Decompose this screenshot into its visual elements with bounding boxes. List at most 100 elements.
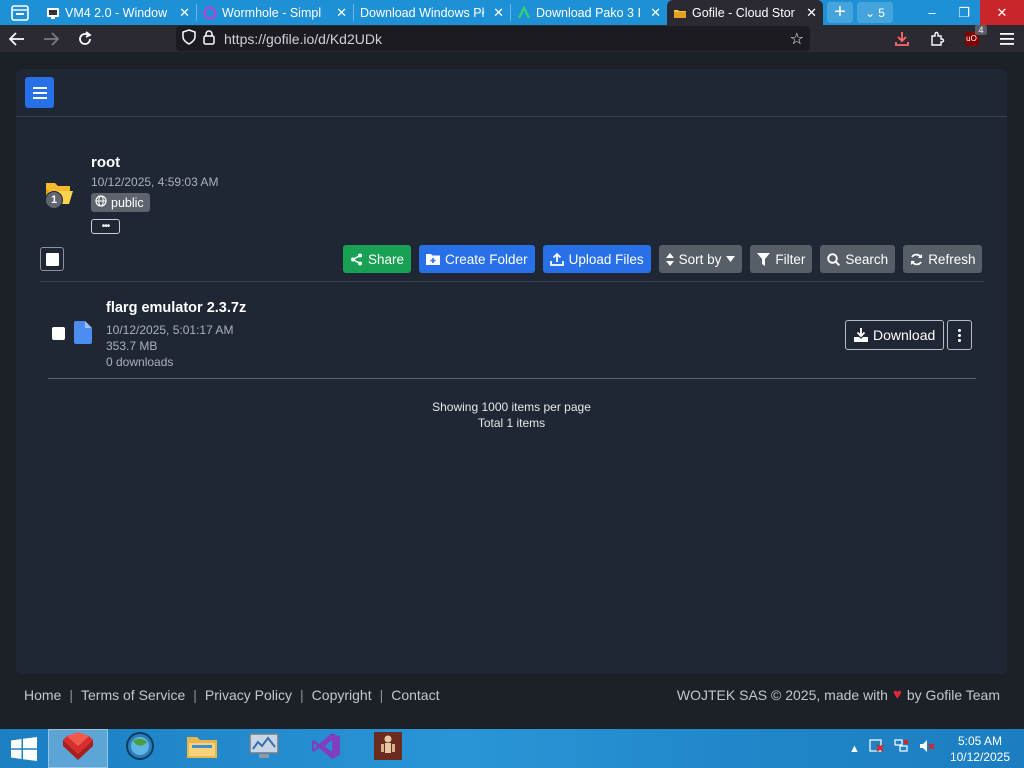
copyright-prefix: WOJTEK SAS © 2025, made with (676, 686, 888, 703)
back-icon[interactable] (0, 25, 34, 52)
sort-icon (665, 252, 674, 266)
share-icon (351, 253, 362, 265)
copyright-suffix: by Gofile Team (906, 686, 1000, 703)
close-icon[interactable]: ✕ (333, 5, 347, 21)
window-close-icon[interactable]: ✕ (980, 0, 1024, 25)
download-button[interactable]: Download (845, 320, 945, 350)
close-icon[interactable]: ✕ (803, 5, 817, 21)
lock-icon[interactable] (202, 29, 216, 48)
select-all-checkbox[interactable] (40, 247, 64, 271)
file-downloads: 0 downloads (106, 355, 174, 369)
volume-muted-icon[interactable] (919, 739, 935, 758)
filter-button[interactable]: Filter (750, 245, 813, 273)
browser-tab[interactable]: VM4 2.0 - Window ✕ (40, 0, 196, 25)
browser-tab-active[interactable]: Gofile - Cloud Stor ✕ (667, 0, 823, 25)
taskbar-clock[interactable]: 5:05 AM 10/12/2025 (944, 733, 1010, 765)
chevron-down-icon: ⌄ (865, 5, 876, 20)
browser-tab[interactable]: Wormhole - Simpl ✕ (197, 0, 353, 25)
file-row[interactable]: flarg emulator 2.3.7z 10/12/2025, 5:01:1… (48, 293, 976, 379)
upload-icon (549, 252, 564, 266)
file-name[interactable]: flarg emulator 2.3.7z (106, 300, 246, 316)
start-button[interactable] (0, 729, 48, 768)
visual-studio-icon (311, 731, 341, 766)
footer-links: Home | Terms of Service | Privacy Policy… (24, 687, 439, 703)
action-center-icon[interactable] (869, 739, 885, 758)
network-icon[interactable] (894, 739, 910, 758)
create-folder-label: Create Folder (445, 251, 528, 267)
ublock-origin-icon[interactable]: uO 4 (954, 24, 989, 52)
close-icon[interactable]: ✕ (176, 5, 190, 21)
address-bar[interactable]: https://gofile.io/d/Kd2UDk ☆ (176, 26, 810, 51)
globe-icon (95, 195, 107, 210)
file-date: 10/12/2025, 5:01:17 AM (106, 323, 234, 337)
taskbar-app[interactable] (172, 729, 232, 768)
download-label: Download (873, 327, 936, 343)
browser-navbar: https://gofile.io/d/Kd2UDk ☆ uO 4 (0, 24, 1024, 52)
browser-tab[interactable]: Download Windows Pł ✕ (354, 0, 510, 25)
taskbar-app[interactable] (234, 729, 294, 768)
shield-icon[interactable] (182, 29, 196, 48)
restore-icon[interactable]: ❐ (948, 0, 980, 25)
folder-toolbar: Share Create Folder Upload Files Sort by… (343, 245, 983, 273)
download-icon (854, 328, 868, 342)
footer-link-contact[interactable]: Contact (391, 687, 439, 703)
refresh-label: Refresh (928, 251, 976, 267)
forward-icon[interactable] (34, 25, 68, 52)
folder-item-count: 1 (45, 191, 63, 209)
minimize-icon[interactable]: – (916, 0, 948, 25)
footer-link-copyright[interactable]: Copyright (312, 687, 372, 703)
folder-date: 10/12/2025, 4:59:03 AM (91, 175, 219, 189)
folder-more-options-button[interactable]: ••• (91, 219, 120, 234)
search-button[interactable]: Search (820, 245, 896, 273)
create-folder-button[interactable]: Create Folder (419, 245, 535, 273)
upload-files-button[interactable]: Upload Files (542, 245, 651, 273)
share-label: Share (368, 251, 405, 267)
downloads-icon[interactable] (884, 25, 919, 52)
taskbar-app[interactable] (110, 729, 170, 768)
extensions-icon[interactable] (919, 25, 954, 52)
file-explorer-icon (186, 733, 218, 764)
close-icon[interactable]: ✕ (490, 5, 504, 21)
tab-title: Wormhole - Simpl (222, 5, 322, 20)
show-hidden-icons-icon[interactable]: ▲ (849, 743, 860, 755)
windows-logo-icon (11, 736, 37, 761)
footer-separator: | (300, 686, 304, 703)
footer-link-privacy[interactable]: Privacy Policy (205, 687, 292, 703)
visibility-badge[interactable]: public (91, 193, 150, 212)
file-size: 353.7 MB (106, 339, 158, 353)
taskbar-app[interactable] (296, 729, 356, 768)
refresh-button[interactable]: Refresh (903, 245, 983, 273)
sidebar-toggle-button[interactable] (25, 77, 54, 108)
folder-name: root (91, 154, 121, 171)
gofile-icon (673, 6, 687, 20)
visibility-label: public (111, 195, 144, 210)
bookmark-star-icon[interactable]: ☆ (790, 29, 804, 49)
tab-title: Download Pako 3 I (536, 5, 641, 20)
items-per-page-text: Showing 1000 items per page (432, 400, 591, 414)
sort-by-button[interactable]: Sort by (658, 245, 743, 273)
taskbar-app[interactable] (358, 729, 418, 768)
browser-tab[interactable]: Download Pako 3 I ✕ (511, 0, 667, 25)
file-more-options-button[interactable] (947, 320, 972, 350)
vm-icon (46, 6, 60, 20)
hamburger-menu-icon[interactable] (989, 25, 1024, 52)
file-select-checkbox[interactable] (52, 327, 65, 340)
page-viewport: 1 root 10/12/2025, 4:59:03 AM public •••… (0, 52, 1024, 729)
refresh-icon (911, 253, 923, 265)
app-monitor-icon (248, 732, 280, 765)
reload-icon[interactable] (68, 25, 102, 52)
new-tab-button[interactable]: + (827, 1, 853, 23)
url-text: https://gofile.io/d/Kd2UDk (224, 30, 382, 47)
windows-taskbar: ▲ 5:05 AM 10/12/2025 (0, 729, 1024, 768)
share-button[interactable]: Share (343, 245, 412, 273)
close-icon[interactable]: ✕ (647, 5, 661, 21)
footer-link-terms[interactable]: Terms of Service (81, 687, 185, 703)
panel-header (16, 69, 1007, 117)
footer-link-home[interactable]: Home (24, 687, 61, 703)
window-menu-icon[interactable] (0, 0, 40, 25)
taskbar-app[interactable] (48, 729, 108, 768)
browser-tab-strip: VM4 2.0 - Window ✕ Wormhole - Simpl ✕ Do… (0, 0, 1024, 25)
ublock-badge: 4 (975, 24, 987, 35)
app-globe-icon (125, 731, 155, 766)
tab-list-button[interactable]: ⌄ 5 (857, 2, 893, 23)
